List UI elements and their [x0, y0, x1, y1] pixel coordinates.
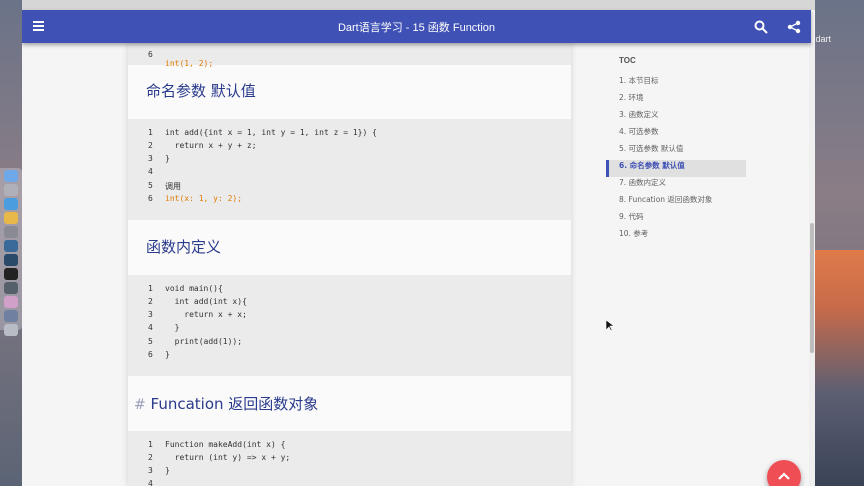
launchpad-icon[interactable] — [4, 184, 18, 196]
downloads-icon[interactable] — [4, 310, 18, 322]
code-block-top: 6 int(1, 2); — [128, 43, 571, 68]
code-line: 4 — [148, 167, 153, 176]
toc-item[interactable]: 9. 代码 — [606, 211, 746, 228]
trash-icon[interactable] — [4, 324, 18, 336]
anchor-hash[interactable]: # — [134, 397, 146, 413]
code-block-function-object: 1 Function makeAdd(int x) { 2 return (int… — [128, 431, 571, 486]
code-line: 3 return x + x; — [148, 310, 247, 319]
code-line: 3} — [148, 466, 170, 475]
app-icon[interactable] — [4, 240, 18, 252]
toc-item[interactable]: 7. 函数内定义 — [606, 177, 746, 194]
toc-item-active[interactable]: 6. 命名参数 默认值 — [606, 160, 746, 177]
chrome-icon[interactable] — [4, 212, 18, 224]
toc-item[interactable]: 1. 本节目标 — [606, 75, 746, 92]
code-line: 6} — [148, 350, 170, 359]
code-block-named-params: 1 int add({int x = 1, int y = 1, int z = … — [128, 119, 571, 220]
table-of-contents: TOC 1. 本节目标 2. 环境 3. 函数定义 4. 可选参数 5. 可选参… — [606, 56, 746, 245]
desktop-label: dart — [815, 34, 831, 44]
code-line: 4 — [148, 479, 153, 486]
wallpaper-mountain — [814, 250, 864, 486]
settings-icon[interactable] — [4, 226, 18, 238]
page-title: Dart语言学习 - 15 函数 Function — [337, 22, 496, 34]
code-line: 3} — [148, 154, 170, 163]
toc-item[interactable]: 4. 可选参数 — [606, 126, 746, 143]
heading-function-object-text: Funcation 返回函数对象 — [150, 395, 319, 413]
code-line: 1 int add({int x = 1, int y = 1, int z = … — [148, 128, 377, 137]
heading-inner-function: 函数内定义 — [146, 238, 222, 256]
share-icon[interactable] — [787, 20, 801, 34]
monitor-icon[interactable] — [4, 282, 18, 294]
code-line: 5 print(add(1)); — [148, 337, 243, 346]
code-line: 6 int(1, 2); — [148, 50, 214, 68]
code-line: 1 Function makeAdd(int x) { — [148, 440, 286, 449]
editor-icon[interactable] — [4, 254, 18, 266]
page-scrollbar[interactable] — [809, 43, 815, 486]
toc-item[interactable]: 2. 环境 — [606, 92, 746, 109]
code-line: 1 void main(){ — [148, 284, 223, 293]
dock — [0, 168, 22, 336]
toc-item[interactable]: 8. Funcation 返回函数对象 — [606, 194, 746, 211]
browser-window: Dart语言学习 - 15 函数 Function 6 int(1, 2); 命… — [22, 0, 815, 486]
terminal-icon[interactable] — [4, 268, 18, 280]
code-line: 6 int(x: 1, y: 2); — [148, 194, 243, 203]
window-chrome — [22, 0, 815, 10]
heading-named-params: 命名参数 默认值 — [146, 82, 256, 100]
code-block-inner-function: 1 void main(){ 2 int add(int x){ 3 return… — [128, 275, 571, 376]
app-bar: Dart语言学习 - 15 函数 Function — [22, 10, 811, 43]
heading-function-object: # Funcation 返回函数对象 — [134, 393, 318, 414]
article-content: 6 int(1, 2); 命名参数 默认值 1 int add({int x = … — [128, 43, 571, 486]
finder-icon[interactable] — [4, 170, 18, 182]
code-line: 2 int add(int x){ — [148, 297, 247, 306]
toc-item[interactable]: 5. 可选参数 默认值 — [606, 143, 746, 160]
toc-item[interactable]: 3. 函数定义 — [606, 109, 746, 126]
scroll-thumb[interactable] — [810, 223, 814, 353]
toc-title: TOC — [619, 56, 636, 65]
code-line: 2 return (int y) => x + y; — [148, 453, 291, 462]
photos-icon[interactable] — [4, 296, 18, 308]
safari-icon[interactable] — [4, 198, 18, 210]
search-icon[interactable] — [754, 20, 768, 34]
back-to-top-button[interactable] — [767, 460, 801, 486]
code-line: 5 调用 — [148, 181, 181, 191]
chevron-up-icon — [778, 472, 790, 480]
toc-item[interactable]: 10. 参考 — [606, 228, 746, 245]
code-line: 4 } — [148, 323, 180, 332]
code-line: 2 return x + y + z; — [148, 141, 257, 150]
mouse-cursor — [606, 320, 614, 332]
